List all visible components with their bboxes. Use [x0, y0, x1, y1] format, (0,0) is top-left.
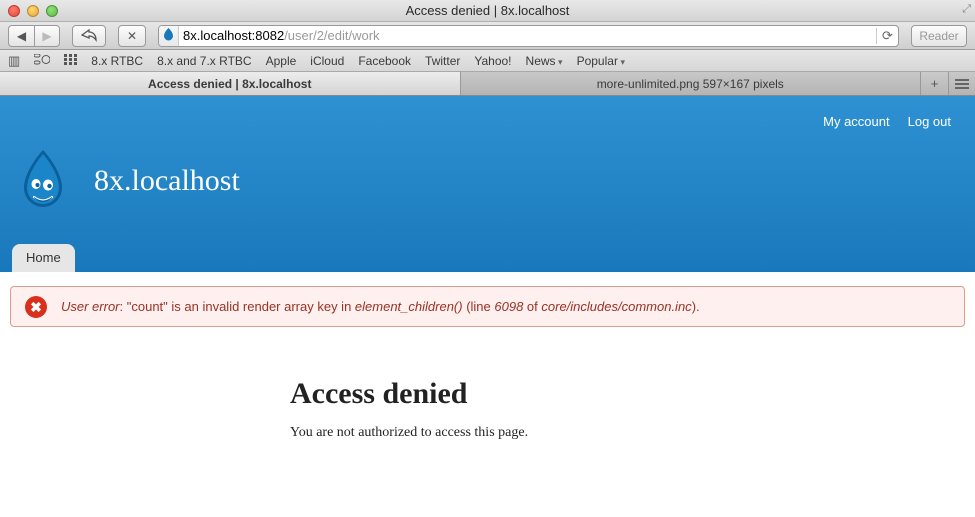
- bookmark-item[interactable]: Twitter: [425, 54, 460, 68]
- reading-list-icon[interactable]: [34, 53, 50, 68]
- bookmark-folder[interactable]: News: [526, 54, 563, 68]
- minimize-window-button[interactable]: [27, 5, 39, 17]
- tab-label: Access denied | 8x.localhost: [148, 77, 311, 91]
- address-bar[interactable]: 8x.localhost:8082/user/2/edit/work ⟳: [158, 25, 899, 47]
- my-account-link[interactable]: My account: [823, 114, 889, 129]
- browser-tab[interactable]: Access denied | 8x.localhost: [0, 72, 461, 95]
- error-message: ✖ User error: "count" is an invalid rend…: [10, 286, 965, 327]
- error-prefix: User error: [61, 299, 120, 314]
- nav-tab-home[interactable]: Home: [12, 244, 75, 272]
- tab-bar: Access denied | 8x.localhost more-unlimi…: [0, 72, 975, 96]
- drupal-logo-icon: [14, 148, 72, 214]
- primary-nav: Home: [0, 244, 975, 272]
- site-header: My account Log out 8x.localhost Home: [0, 96, 975, 272]
- share-button[interactable]: [72, 25, 106, 47]
- new-tab-button[interactable]: +: [921, 72, 949, 95]
- reload-button[interactable]: ⟳: [876, 28, 898, 44]
- main-content: Access denied You are not authorized to …: [290, 377, 965, 441]
- user-menu: My account Log out: [823, 114, 951, 129]
- tab-label: more-unlimited.png 597×167 pixels: [597, 77, 784, 91]
- show-bookmarks-icon[interactable]: ▥: [8, 53, 20, 69]
- bookmark-folder[interactable]: Popular: [577, 54, 625, 68]
- site-favicon: [159, 25, 179, 47]
- top-sites-icon[interactable]: [64, 53, 77, 68]
- logout-link[interactable]: Log out: [908, 114, 951, 129]
- bookmark-item[interactable]: Apple: [266, 54, 297, 68]
- url-path: /user/2/edit/work: [284, 28, 379, 43]
- window-corner-icon: ⤢: [962, 3, 971, 16]
- url-input[interactable]: 8x.localhost:8082/user/2/edit/work: [179, 28, 876, 43]
- tab-overflow-icon[interactable]: [949, 72, 975, 95]
- browser-toolbar: ◀ ▶ ✕ 8x.localhost:8082/user/2/edit/work…: [0, 22, 975, 50]
- back-button[interactable]: ◀: [8, 25, 34, 47]
- bookmarks-bar: ▥ 8.x RTBC 8.x and 7.x RTBC Apple iCloud…: [0, 50, 975, 72]
- bookmark-item[interactable]: iCloud: [310, 54, 344, 68]
- url-host: 8x.localhost:8082: [183, 28, 284, 43]
- page-title: Access denied: [290, 377, 965, 411]
- error-icon: ✖: [25, 296, 47, 318]
- browser-tab[interactable]: more-unlimited.png 597×167 pixels: [461, 72, 922, 95]
- forward-button[interactable]: ▶: [34, 25, 60, 47]
- nav-buttons: ◀ ▶: [8, 25, 60, 47]
- bookmark-item[interactable]: Facebook: [358, 54, 411, 68]
- window-title: Access denied | 8x.localhost: [0, 3, 975, 18]
- reader-button[interactable]: Reader: [911, 25, 967, 47]
- stop-button[interactable]: ✕: [118, 25, 146, 47]
- window-titlebar: Access denied | 8x.localhost ⤢: [0, 0, 975, 22]
- bookmark-item[interactable]: Yahoo!: [474, 54, 511, 68]
- traffic-lights: [0, 5, 58, 17]
- page-body-text: You are not authorized to access this pa…: [290, 425, 965, 441]
- bookmark-item[interactable]: 8.x RTBC: [91, 54, 143, 68]
- zoom-window-button[interactable]: [46, 5, 58, 17]
- close-window-button[interactable]: [8, 5, 20, 17]
- bookmark-item[interactable]: 8.x and 7.x RTBC: [157, 54, 252, 68]
- content-region: ✖ User error: "count" is an invalid rend…: [0, 272, 975, 455]
- site-name[interactable]: 8x.localhost: [94, 164, 240, 198]
